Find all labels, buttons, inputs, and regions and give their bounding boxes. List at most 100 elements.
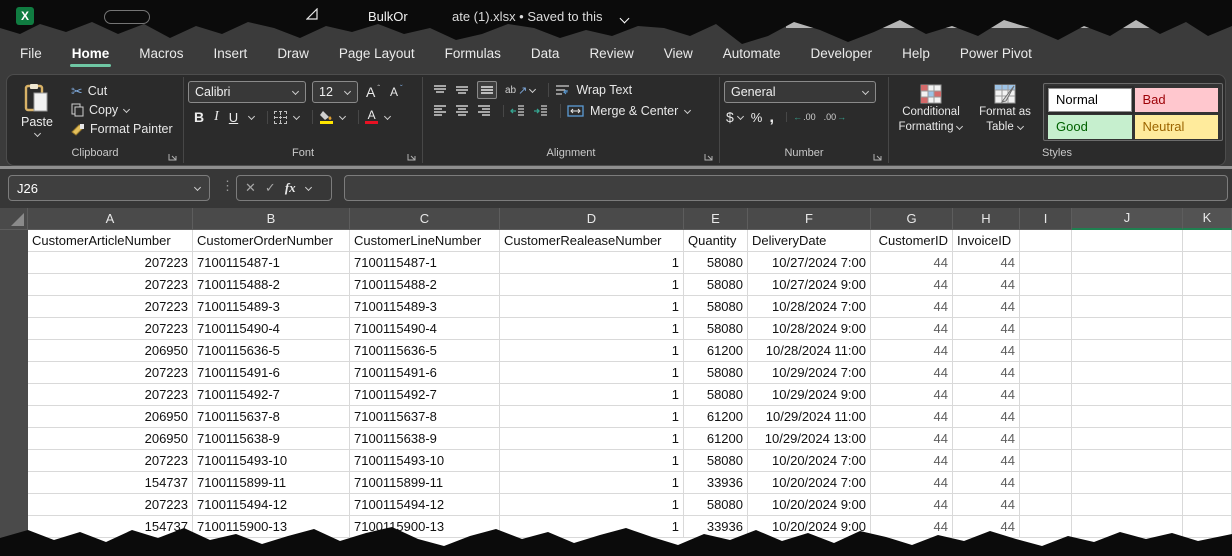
font-family-select[interactable]: Calibri bbox=[188, 81, 306, 103]
tab-insert[interactable]: Insert bbox=[212, 43, 250, 68]
cell-A8[interactable]: 207223 bbox=[28, 384, 193, 406]
cell-E12[interactable]: 33936 bbox=[684, 472, 748, 494]
tab-review[interactable]: Review bbox=[587, 43, 635, 68]
cell-I8[interactable] bbox=[1020, 384, 1072, 406]
cell-I10[interactable] bbox=[1020, 428, 1072, 450]
formula-input[interactable] bbox=[344, 175, 1228, 201]
cell-A1[interactable]: CustomerArticleNumber bbox=[28, 230, 193, 252]
cell-F12[interactable]: 10/20/2024 7:00 bbox=[748, 472, 871, 494]
column-header-G[interactable]: G bbox=[871, 208, 953, 230]
cell-B8[interactable]: 7100115492-7 bbox=[193, 384, 350, 406]
cell-C8[interactable]: 7100115492-7 bbox=[350, 384, 500, 406]
cell-D1[interactable]: CustomerRealeaseNumber bbox=[500, 230, 684, 252]
cell-D10[interactable]: 1 bbox=[500, 428, 684, 450]
decrease-font-size-button[interactable]: Aˇ bbox=[388, 85, 405, 99]
tab-view[interactable]: View bbox=[662, 43, 695, 68]
column-header-H[interactable]: H bbox=[953, 208, 1020, 230]
increase-font-size-button[interactable]: Aˆ bbox=[364, 84, 382, 100]
borders-chevron-icon[interactable] bbox=[293, 112, 300, 119]
cell-C10[interactable]: 7100115638-9 bbox=[350, 428, 500, 450]
cell-I6[interactable] bbox=[1020, 340, 1072, 362]
cell-K4[interactable] bbox=[1183, 296, 1232, 318]
cell-C5[interactable]: 7100115490-4 bbox=[350, 318, 500, 340]
cell-H2[interactable]: 44 bbox=[953, 252, 1020, 274]
cell-E6[interactable]: 61200 bbox=[684, 340, 748, 362]
autosave-toggle[interactable] bbox=[104, 10, 150, 24]
cell-D11[interactable]: 1 bbox=[500, 450, 684, 472]
cell-E13[interactable]: 58080 bbox=[684, 494, 748, 516]
cell-C3[interactable]: 7100115488-2 bbox=[350, 274, 500, 296]
cell-C4[interactable]: 7100115489-3 bbox=[350, 296, 500, 318]
cell-F3[interactable]: 10/27/2024 9:00 bbox=[748, 274, 871, 296]
cell-E9[interactable]: 61200 bbox=[684, 406, 748, 428]
alignment-dialog-launcher[interactable] bbox=[703, 151, 714, 162]
cell-F5[interactable]: 10/28/2024 9:00 bbox=[748, 318, 871, 340]
cell-D3[interactable]: 1 bbox=[500, 274, 684, 296]
cell-E14[interactable]: 33936 bbox=[684, 516, 748, 538]
tab-help[interactable]: Help bbox=[900, 43, 932, 68]
cell-A11[interactable]: 207223 bbox=[28, 450, 193, 472]
cell-D14[interactable]: 1 bbox=[500, 516, 684, 538]
cell-E7[interactable]: 58080 bbox=[684, 362, 748, 384]
cell-K14[interactable] bbox=[1183, 516, 1232, 538]
cell-F1[interactable]: DeliveryDate bbox=[748, 230, 871, 252]
cell-K9[interactable] bbox=[1183, 406, 1232, 428]
align-right-button[interactable] bbox=[477, 105, 491, 117]
cell-B7[interactable]: 7100115491-6 bbox=[193, 362, 350, 384]
cell-E5[interactable]: 58080 bbox=[684, 318, 748, 340]
column-header-A[interactable]: A bbox=[28, 208, 193, 230]
tab-home[interactable]: Home bbox=[70, 43, 112, 68]
cell-style-normal[interactable]: Normal bbox=[1048, 88, 1132, 112]
cell-C6[interactable]: 7100115636-5 bbox=[350, 340, 500, 362]
cell-I3[interactable] bbox=[1020, 274, 1072, 296]
cancel-button[interactable]: ✕ bbox=[245, 180, 256, 196]
cell-J9[interactable] bbox=[1072, 406, 1183, 428]
cell-G12[interactable]: 44 bbox=[871, 472, 953, 494]
cell-J2[interactable] bbox=[1072, 252, 1183, 274]
cell-K8[interactable] bbox=[1183, 384, 1232, 406]
cell-H9[interactable]: 44 bbox=[953, 406, 1020, 428]
cell-D2[interactable]: 1 bbox=[500, 252, 684, 274]
cell-G9[interactable]: 44 bbox=[871, 406, 953, 428]
cell-E3[interactable]: 58080 bbox=[684, 274, 748, 296]
cell-J12[interactable] bbox=[1072, 472, 1183, 494]
cell-F2[interactable]: 10/27/2024 7:00 bbox=[748, 252, 871, 274]
cell-H12[interactable]: 44 bbox=[953, 472, 1020, 494]
cell-G3[interactable]: 44 bbox=[871, 274, 953, 296]
cell-F10[interactable]: 10/29/2024 13:00 bbox=[748, 428, 871, 450]
cell-C9[interactable]: 7100115637-8 bbox=[350, 406, 500, 428]
cell-G5[interactable]: 44 bbox=[871, 318, 953, 340]
cell-B6[interactable]: 7100115636-5 bbox=[193, 340, 350, 362]
align-middle-button[interactable] bbox=[455, 84, 469, 96]
cell-H7[interactable]: 44 bbox=[953, 362, 1020, 384]
align-bottom-button[interactable] bbox=[477, 81, 497, 99]
cell-F11[interactable]: 10/20/2024 7:00 bbox=[748, 450, 871, 472]
underline-chevron-icon[interactable] bbox=[248, 112, 255, 119]
formula-bar-grip[interactable]: ⋮ bbox=[221, 178, 234, 194]
cell-H13[interactable]: 44 bbox=[953, 494, 1020, 516]
cell-J7[interactable] bbox=[1072, 362, 1183, 384]
cell-C2[interactable]: 7100115487-1 bbox=[350, 252, 500, 274]
align-top-button[interactable] bbox=[433, 84, 447, 96]
number-dialog-launcher[interactable] bbox=[872, 151, 883, 162]
column-header-B[interactable]: B bbox=[193, 208, 350, 230]
cell-H6[interactable]: 44 bbox=[953, 340, 1020, 362]
tab-developer[interactable]: Developer bbox=[809, 43, 875, 68]
cell-H3[interactable]: 44 bbox=[953, 274, 1020, 296]
cell-G11[interactable]: 44 bbox=[871, 450, 953, 472]
cell-A13[interactable]: 207223 bbox=[28, 494, 193, 516]
number-format-select[interactable]: General bbox=[724, 81, 876, 103]
cell-G6[interactable]: 44 bbox=[871, 340, 953, 362]
select-all-corner[interactable] bbox=[0, 208, 28, 230]
cell-D13[interactable]: 1 bbox=[500, 494, 684, 516]
cell-E2[interactable]: 58080 bbox=[684, 252, 748, 274]
cell-E8[interactable]: 58080 bbox=[684, 384, 748, 406]
cell-G7[interactable]: 44 bbox=[871, 362, 953, 384]
cell-F13[interactable]: 10/20/2024 9:00 bbox=[748, 494, 871, 516]
cell-G1[interactable]: CustomerID bbox=[871, 230, 953, 252]
cell-C1[interactable]: CustomerLineNumber bbox=[350, 230, 500, 252]
cell-H4[interactable]: 44 bbox=[953, 296, 1020, 318]
clipboard-dialog-launcher[interactable] bbox=[167, 151, 178, 162]
cell-D9[interactable]: 1 bbox=[500, 406, 684, 428]
cell-K6[interactable] bbox=[1183, 340, 1232, 362]
